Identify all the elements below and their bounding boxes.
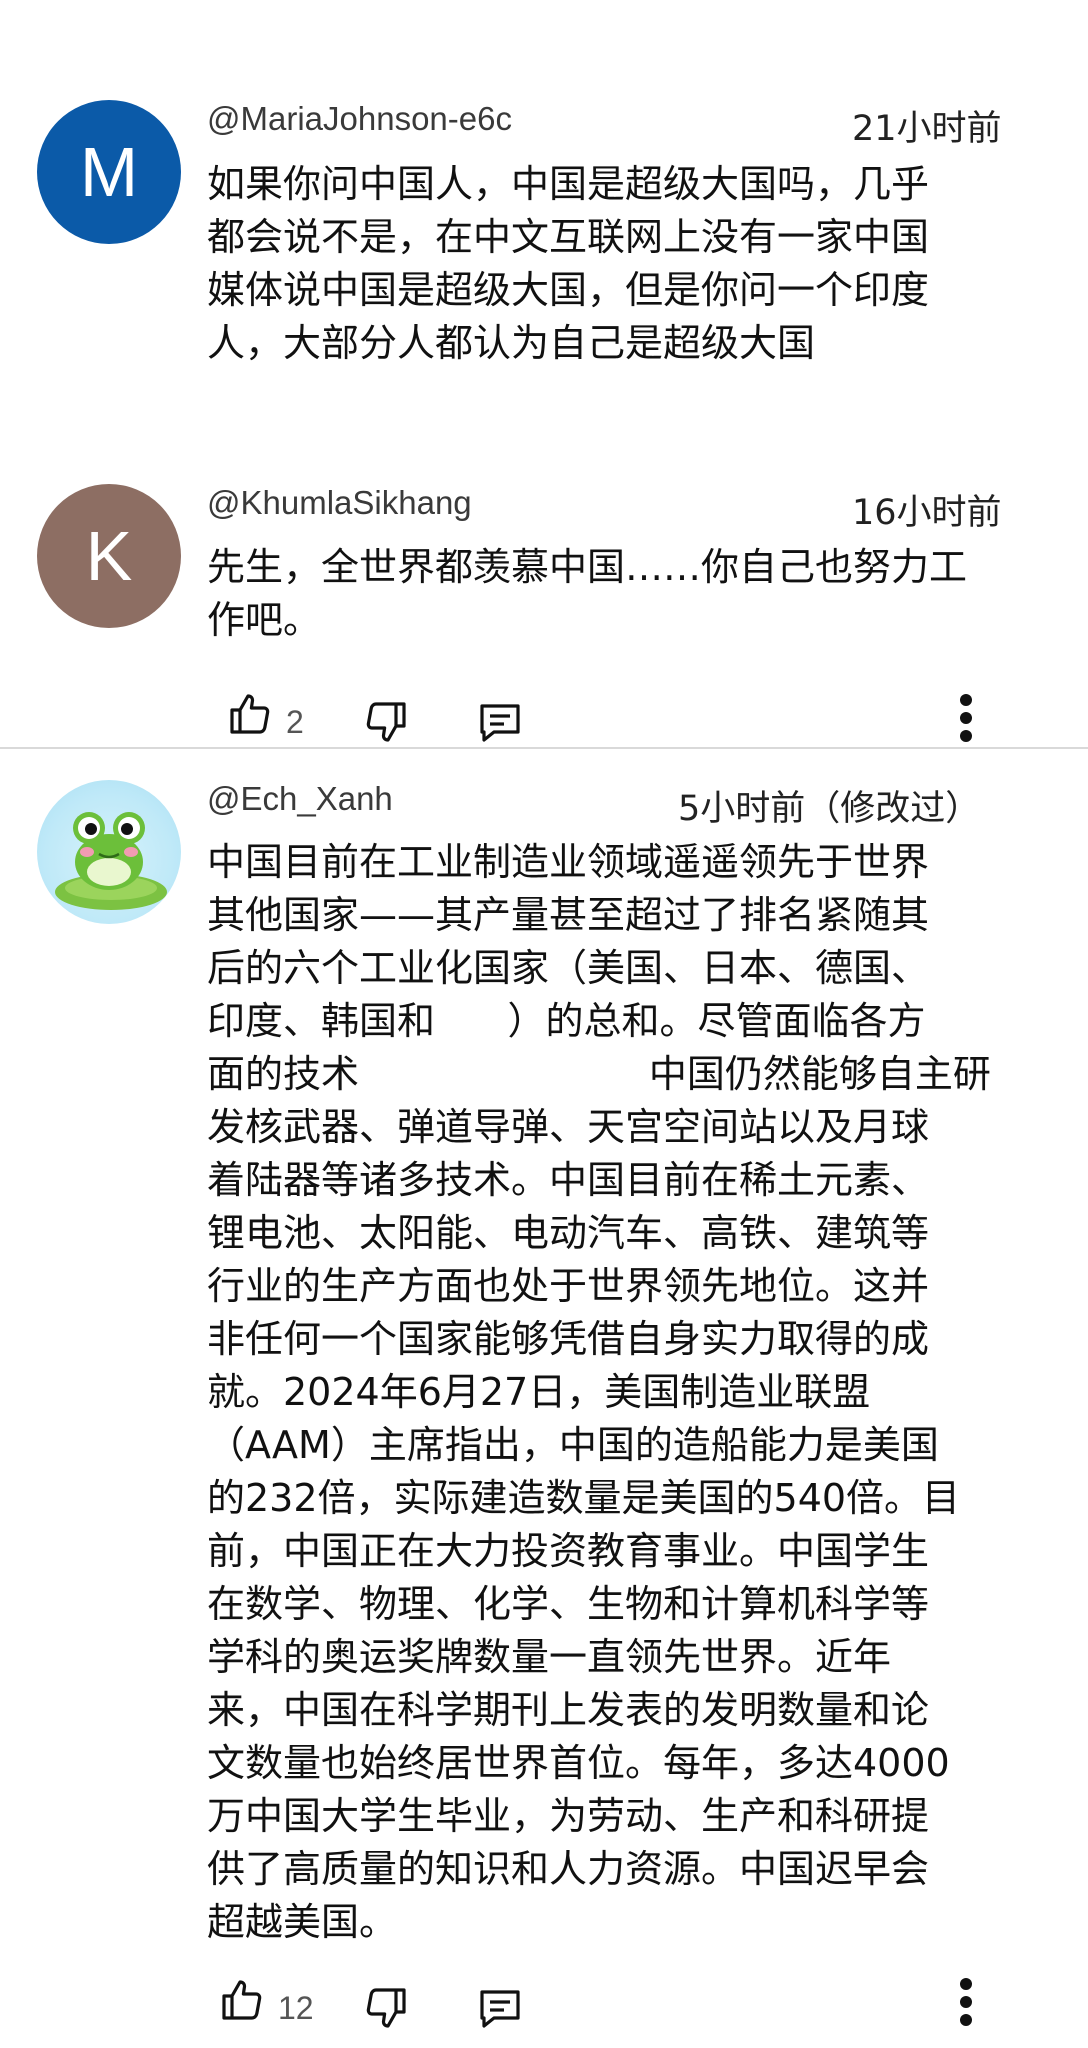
avatar-letter: M [79, 133, 139, 211]
avatar[interactable]: M [37, 100, 181, 244]
more-vert-icon[interactable] [956, 694, 976, 748]
comment-author[interactable]: @MariaJohnson-e6c [207, 100, 512, 138]
frog-avatar[interactable] [37, 780, 181, 924]
reply-icon[interactable] [476, 698, 524, 750]
frog-icon [55, 812, 167, 910]
comment-author[interactable]: @Ech_Xanh [207, 780, 393, 818]
like-count: 12 [278, 1990, 314, 2026]
comment-author[interactable]: @KhumlaSikhang [207, 484, 472, 522]
comment-text: 中国目前在工业制造业领域遥遥领先于世界 其他国家——其产量甚至超过了排名紧随其 … [207, 840, 991, 1944]
thumbs-up-icon[interactable] [218, 1976, 266, 2028]
comment-actions: 12 [0, 1976, 1088, 2046]
comment-actions: 2 [0, 690, 1088, 760]
thumbs-up-icon[interactable] [226, 690, 274, 742]
thumbs-down-icon[interactable] [362, 1984, 410, 2036]
avatar[interactable]: K [37, 484, 181, 628]
comment-time: 5小时前（修改过） [678, 789, 981, 829]
like-count: 2 [286, 704, 304, 740]
comment-time: 21小时前 [852, 109, 1002, 149]
comment-time: 16小时前 [852, 493, 1002, 533]
reply-icon[interactable] [476, 1984, 524, 2036]
thumbs-down-icon[interactable] [362, 698, 410, 750]
avatar-letter: K [85, 517, 133, 595]
comment-text: 先生，全世界都羡慕中国……你自己也努力工 作吧。 [207, 545, 968, 642]
comment-divider [0, 747, 1088, 749]
more-vert-icon[interactable] [956, 1978, 976, 2032]
comment-text: 如果你问中国人，中国是超级大国吗，几乎 都会说不是，在中文互联网上没有一家中国 … [207, 162, 930, 365]
